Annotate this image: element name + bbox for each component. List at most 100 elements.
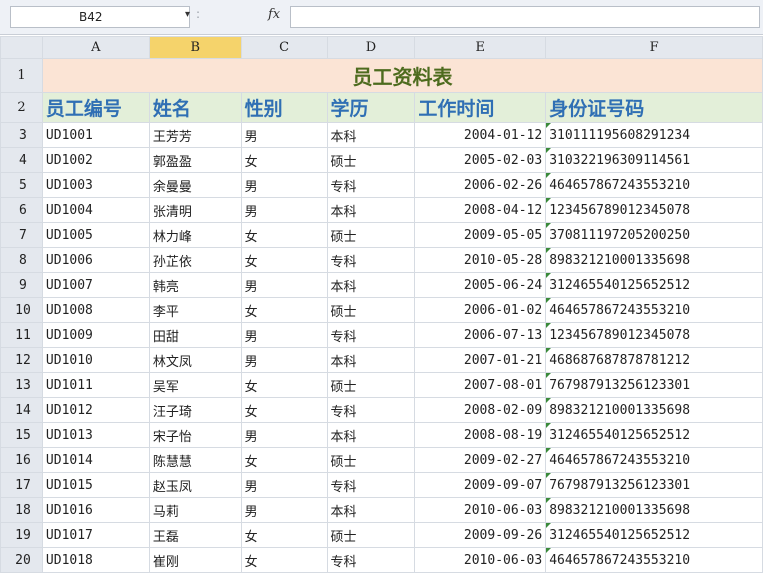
cell-id-number[interactable]: 898321210001335698 <box>545 397 763 423</box>
name-box[interactable]: B42 ▾ <box>10 6 190 28</box>
cell-employee-id[interactable]: UD1009 <box>41 322 150 348</box>
column-title-id-number[interactable]: 身份证号码 <box>545 92 763 123</box>
cell-employee-id[interactable]: UD1011 <box>41 372 150 398</box>
cell-start-date[interactable]: 2006-07-13 <box>414 322 547 348</box>
cell-id-number[interactable]: 310322196309114561 <box>545 147 763 173</box>
row-header[interactable]: 16 <box>0 447 43 473</box>
cell-start-date[interactable]: 2009-02-27 <box>414 447 547 473</box>
cell-gender[interactable]: 男 <box>240 322 328 348</box>
cell-education[interactable]: 本科 <box>326 272 416 298</box>
cell-id-number[interactable]: 312465540125652512 <box>545 422 763 448</box>
row-header[interactable]: 3 <box>0 122 43 148</box>
cell-id-number[interactable]: 123456789012345078 <box>545 197 763 223</box>
cell-id-number[interactable]: 767987913256123301 <box>545 372 763 398</box>
cell-employee-id[interactable]: UD1006 <box>41 247 150 273</box>
cell-start-date[interactable]: 2010-05-28 <box>414 247 547 273</box>
cell-education[interactable]: 专科 <box>326 547 416 573</box>
cell-education[interactable]: 硕士 <box>326 447 416 473</box>
cell-education[interactable]: 本科 <box>326 422 416 448</box>
cell-name[interactable]: 林力峰 <box>148 222 242 248</box>
cell-id-number[interactable]: 123456789012345078 <box>545 322 763 348</box>
column-title-gender[interactable]: 性别 <box>240 92 328 123</box>
cell-education[interactable]: 专科 <box>326 472 416 498</box>
row-header[interactable]: 12 <box>0 347 43 373</box>
cell-id-number[interactable]: 312465540125652512 <box>545 272 763 298</box>
row-header[interactable]: 8 <box>0 247 43 273</box>
cell-start-date[interactable]: 2004-01-12 <box>414 122 547 148</box>
cell-employee-id[interactable]: UD1012 <box>41 397 150 423</box>
row-header[interactable]: 1 <box>0 58 43 93</box>
column-title-employee-id[interactable]: 员工编号 <box>41 92 150 123</box>
cell-name[interactable]: 张清明 <box>148 197 242 223</box>
cell-start-date[interactable]: 2008-04-12 <box>414 197 547 223</box>
row-header[interactable]: 7 <box>0 222 43 248</box>
cell-name[interactable]: 郭盈盈 <box>148 147 242 173</box>
cell-start-date[interactable]: 2005-06-24 <box>414 272 547 298</box>
cell-education[interactable]: 硕士 <box>326 222 416 248</box>
cell-name[interactable]: 崔刚 <box>148 547 242 573</box>
cell-gender[interactable]: 男 <box>240 122 328 148</box>
cell-id-number[interactable]: 464657867243553210 <box>545 297 763 323</box>
cell-id-number[interactable]: 464657867243553210 <box>545 447 763 473</box>
cell-id-number[interactable]: 464657867243553210 <box>545 547 763 573</box>
cell-employee-id[interactable]: UD1013 <box>41 422 150 448</box>
row-header[interactable]: 13 <box>0 372 43 398</box>
row-header[interactable]: 20 <box>0 547 43 573</box>
cell-gender[interactable]: 男 <box>240 422 328 448</box>
cell-id-number[interactable]: 312465540125652512 <box>545 522 763 548</box>
cell-gender[interactable]: 女 <box>240 247 328 273</box>
column-header-c[interactable]: C <box>240 36 328 59</box>
cell-gender[interactable]: 女 <box>240 547 328 573</box>
column-header-f[interactable]: F <box>545 36 763 59</box>
sheet-title[interactable]: 员工资料表 <box>41 58 763 93</box>
cell-id-number[interactable]: 468687687878781212 <box>545 347 763 373</box>
cell-name[interactable]: 汪子琦 <box>148 397 242 423</box>
cell-id-number[interactable]: 898321210001335698 <box>545 247 763 273</box>
cell-employee-id[interactable]: UD1003 <box>41 172 150 198</box>
formula-input[interactable] <box>290 6 760 28</box>
column-title-education[interactable]: 学历 <box>326 92 416 123</box>
cell-employee-id[interactable]: UD1016 <box>41 497 150 523</box>
row-header[interactable]: 2 <box>0 92 43 123</box>
cell-id-number[interactable]: 898321210001335698 <box>545 497 763 523</box>
cell-id-number[interactable]: 767987913256123301 <box>545 472 763 498</box>
row-header[interactable]: 11 <box>0 322 43 348</box>
cell-start-date[interactable]: 2005-02-03 <box>414 147 547 173</box>
cell-name[interactable]: 韩亮 <box>148 272 242 298</box>
cell-education[interactable]: 硕士 <box>326 522 416 548</box>
cell-id-number[interactable]: 464657867243553210 <box>545 172 763 198</box>
cell-gender[interactable]: 女 <box>240 447 328 473</box>
cell-employee-id[interactable]: UD1008 <box>41 297 150 323</box>
row-header[interactable]: 17 <box>0 472 43 498</box>
cell-id-number[interactable]: 310111195608291234 <box>545 122 763 148</box>
cell-employee-id[interactable]: UD1010 <box>41 347 150 373</box>
insert-function-icon[interactable]: fx <box>268 7 280 22</box>
cell-gender[interactable]: 男 <box>240 347 328 373</box>
cell-education[interactable]: 硕士 <box>326 297 416 323</box>
column-header-a[interactable]: A <box>41 36 150 59</box>
column-header-e[interactable]: E <box>414 36 547 59</box>
cell-start-date[interactable]: 2009-09-07 <box>414 472 547 498</box>
cell-name[interactable]: 余曼曼 <box>148 172 242 198</box>
row-header[interactable]: 10 <box>0 297 43 323</box>
cell-start-date[interactable]: 2010-06-03 <box>414 547 547 573</box>
cell-employee-id[interactable]: UD1002 <box>41 147 150 173</box>
cell-gender[interactable]: 女 <box>240 522 328 548</box>
cell-employee-id[interactable]: UD1004 <box>41 197 150 223</box>
cell-start-date[interactable]: 2008-02-09 <box>414 397 547 423</box>
row-header[interactable]: 14 <box>0 397 43 423</box>
cell-gender[interactable]: 女 <box>240 297 328 323</box>
cell-education[interactable]: 本科 <box>326 122 416 148</box>
cell-employee-id[interactable]: UD1001 <box>41 122 150 148</box>
cell-name[interactable]: 赵玉凤 <box>148 472 242 498</box>
cell-education[interactable]: 本科 <box>326 197 416 223</box>
row-header[interactable]: 9 <box>0 272 43 298</box>
column-title-name[interactable]: 姓名 <box>148 92 242 123</box>
cell-name[interactable]: 林文凤 <box>148 347 242 373</box>
cell-start-date[interactable]: 2009-05-05 <box>414 222 547 248</box>
cell-start-date[interactable]: 2007-08-01 <box>414 372 547 398</box>
column-title-start-date[interactable]: 工作时间 <box>414 92 547 123</box>
cell-name[interactable]: 宋子怡 <box>148 422 242 448</box>
cell-name[interactable]: 田甜 <box>148 322 242 348</box>
cell-start-date[interactable]: 2007-01-21 <box>414 347 547 373</box>
